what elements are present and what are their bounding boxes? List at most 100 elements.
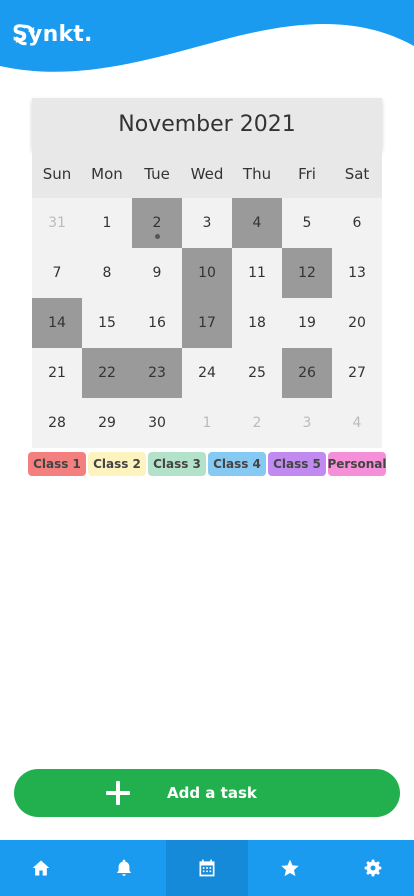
- calendar-day[interactable]: 3: [182, 198, 232, 248]
- calendar-day[interactable]: 4: [232, 198, 282, 248]
- month-calendar: November 2021 Sun Mon Tue Wed Thu Fri Sa…: [32, 98, 382, 448]
- nav-home[interactable]: [0, 840, 83, 896]
- class-tag[interactable]: Class 2: [88, 452, 146, 476]
- calendar-day[interactable]: 6: [332, 198, 382, 248]
- calendar-day[interactable]: 23: [132, 348, 182, 398]
- calendar-day[interactable]: 18: [232, 298, 282, 348]
- calendar-day[interactable]: 14: [32, 298, 82, 348]
- weekday-label: Mon: [91, 165, 123, 183]
- calendar-day[interactable]: 4: [332, 398, 382, 448]
- calendar-day[interactable]: 17: [182, 298, 232, 348]
- calendar-day-grid: 31 1 2 3 4 5 6 7 8 9 10 11 12 13 14 15 16 17 18 19 20 21 22 23 2…: [32, 198, 382, 448]
- calendar-day-number: 26: [298, 365, 316, 381]
- class-tag[interactable]: Class 3: [148, 452, 206, 476]
- calendar-day[interactable]: 30: [132, 398, 182, 448]
- calendar-day[interactable]: 20: [332, 298, 382, 348]
- add-task-label: Add a task: [167, 784, 257, 802]
- calendar-day[interactable]: 25: [232, 348, 282, 398]
- calendar-day-number: 3: [302, 415, 312, 431]
- weekday-label: Sat: [344, 165, 370, 183]
- calendar-day-number: 1: [102, 215, 112, 231]
- calendar-day[interactable]: 19: [282, 298, 332, 348]
- calendar-day[interactable]: 12: [282, 248, 332, 298]
- calendar-day-number: 4: [352, 415, 362, 431]
- calendar-day[interactable]: 21: [32, 348, 82, 398]
- calendar-day-number: 25: [248, 365, 266, 381]
- calendar-icon: [199, 859, 215, 877]
- calendar-day-number: 16: [148, 315, 166, 331]
- calendar-day[interactable]: 1: [182, 398, 232, 448]
- calendar-day-number: 3: [202, 215, 212, 231]
- calendar-day-number: 2: [152, 215, 162, 231]
- calendar-day-number: 17: [198, 315, 216, 331]
- calendar-day[interactable]: 26: [282, 348, 332, 398]
- nav-settings[interactable]: [331, 840, 414, 896]
- calendar-day-number: 12: [298, 265, 316, 281]
- calendar-day[interactable]: 2: [232, 398, 282, 448]
- calendar-day-number: 10: [198, 265, 216, 281]
- calendar-day-number: 2: [252, 415, 262, 431]
- calendar-day-number: 4: [252, 215, 262, 231]
- plus-icon: [106, 781, 130, 805]
- calendar-day-number: 19: [298, 315, 316, 331]
- calendar-day[interactable]: 9: [132, 248, 182, 298]
- calendar-day[interactable]: 16: [132, 298, 182, 348]
- calendar-day[interactable]: 8: [82, 248, 132, 298]
- calendar-day[interactable]: 28: [32, 398, 82, 448]
- weekday-label: Sun: [42, 165, 72, 183]
- calendar-day[interactable]: 13: [332, 248, 382, 298]
- calendar-day[interactable]: 5: [282, 198, 332, 248]
- weekday-label: Thu: [242, 165, 272, 183]
- calendar-day-number: 31: [48, 215, 66, 231]
- calendar-day-number: 13: [348, 265, 366, 281]
- calendar-day[interactable]: 31: [32, 198, 82, 248]
- class-tag[interactable]: Class 5: [268, 452, 326, 476]
- weekday-label: Tue: [144, 165, 170, 183]
- calendar-day-number: 30: [148, 415, 166, 431]
- calendar-day[interactable]: 2: [132, 198, 182, 248]
- class-legend: Class 1 Class 2 Class 3 Class 4 Class 5 Perso…: [28, 452, 387, 476]
- calendar-day[interactable]: 22: [82, 348, 132, 398]
- calendar-day-number: 29: [98, 415, 116, 431]
- weekday-header: Sun Mon Tue Wed Thu Fri Sat: [32, 150, 382, 198]
- calendar-day-number: 1: [202, 415, 212, 431]
- calendar-day-number: 11: [248, 265, 266, 281]
- app-header: Synkt.: [0, 0, 414, 80]
- calendar-day[interactable]: 1: [82, 198, 132, 248]
- weekday-label: Fri: [298, 165, 316, 183]
- calendar-day-number: 6: [352, 215, 362, 231]
- calendar-day-number: 24: [198, 365, 216, 381]
- calendar-day-number: 7: [52, 265, 62, 281]
- bell-icon: [117, 859, 132, 876]
- nav-favorites[interactable]: [248, 840, 331, 896]
- calendar-day[interactable]: 11: [232, 248, 282, 298]
- weekday-label: Wed: [190, 165, 224, 183]
- class-tag[interactable]: Personal: [328, 452, 387, 476]
- calendar-day[interactable]: 27: [332, 348, 382, 398]
- class-tag[interactable]: Class 4: [208, 452, 266, 476]
- calendar-day[interactable]: 15: [82, 298, 132, 348]
- calendar-day[interactable]: 24: [182, 348, 232, 398]
- app-logo[interactable]: Synkt.: [12, 22, 93, 47]
- calendar-day[interactable]: 3: [282, 398, 332, 448]
- calendar-month-title[interactable]: November 2021: [32, 98, 382, 150]
- class-tag[interactable]: Class 1: [28, 452, 86, 476]
- calendar-day[interactable]: 7: [32, 248, 82, 298]
- calendar-day-number: 15: [98, 315, 116, 331]
- calendar-day-number: 8: [102, 265, 112, 281]
- calendar-day-number: 20: [348, 315, 366, 331]
- gear-icon: [364, 859, 381, 877]
- bottom-nav-bar: [0, 840, 414, 896]
- calendar-day-number: 5: [302, 215, 312, 231]
- calendar-day[interactable]: 29: [82, 398, 132, 448]
- calendar-day[interactable]: 10: [182, 248, 232, 298]
- calendar-day-number: 21: [48, 365, 66, 381]
- event-dot-indicator: [154, 234, 160, 239]
- home-icon: [33, 860, 50, 876]
- nav-notifications[interactable]: [83, 840, 166, 896]
- calendar-day-number: 22: [98, 365, 116, 381]
- nav-calendar[interactable]: [165, 840, 249, 896]
- add-task-button[interactable]: Add a task: [14, 769, 400, 817]
- calendar-day-number: 28: [48, 415, 66, 431]
- calendar-day-number: 18: [248, 315, 266, 331]
